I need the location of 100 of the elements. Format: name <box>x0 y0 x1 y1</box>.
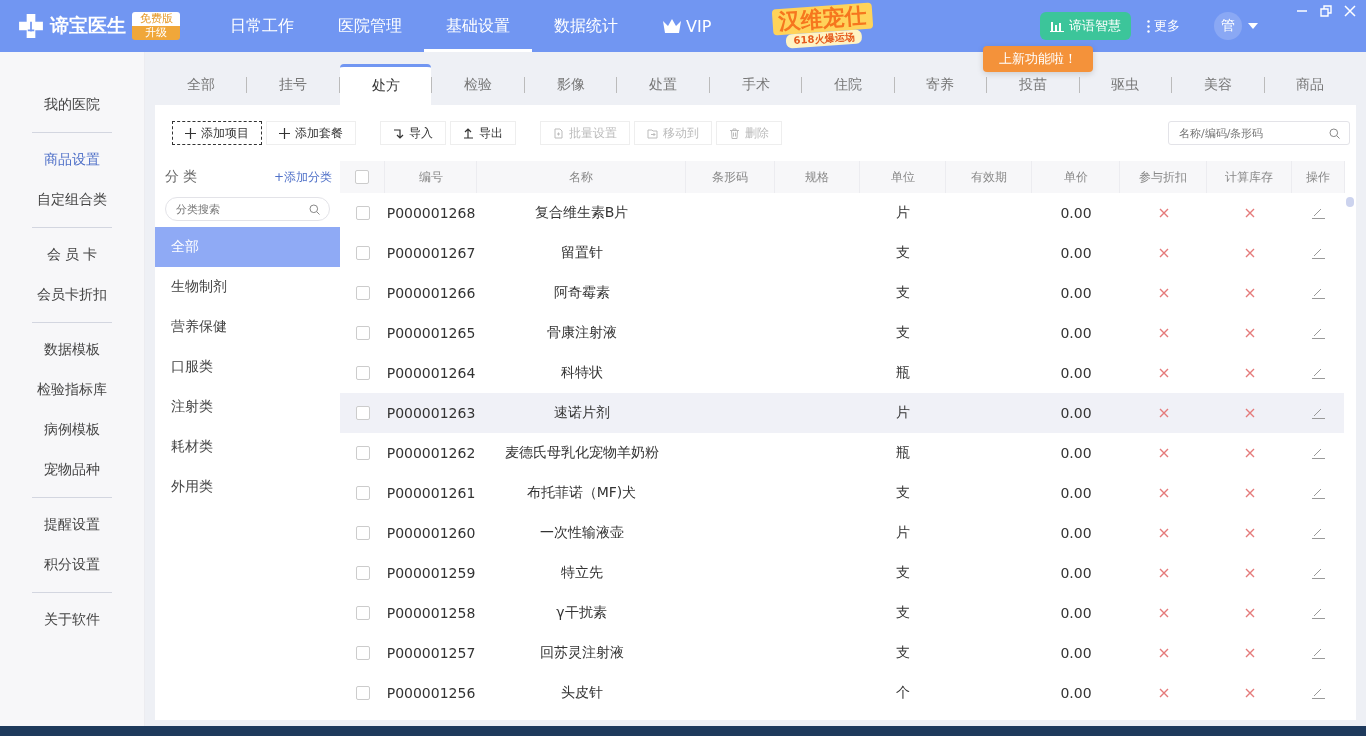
category-tab[interactable]: 检验 <box>432 64 524 105</box>
edit-icon[interactable] <box>1312 447 1325 459</box>
edit-icon[interactable] <box>1312 607 1325 619</box>
edition-badge[interactable]: 免费版 升级 <box>132 12 180 40</box>
row-checkbox[interactable] <box>355 326 370 340</box>
row-checkbox[interactable] <box>355 206 370 220</box>
toolbar-button[interactable]: 添加项目 <box>172 121 262 145</box>
sidebar-item[interactable]: 关于软件 <box>0 600 144 640</box>
sidebar-item[interactable]: 提醒设置 <box>0 505 144 545</box>
category-item[interactable]: 全部 <box>155 227 340 267</box>
search-field[interactable]: 名称/编码/条形码 <box>1168 121 1350 145</box>
column-header: 规格 <box>775 161 860 193</box>
category-tab[interactable]: 手术 <box>709 64 802 105</box>
row-checkbox[interactable] <box>355 566 370 580</box>
category-tab[interactable]: 商品 <box>1264 64 1357 105</box>
table-cell-text: 0.00 <box>1059 444 1093 463</box>
category-tab[interactable]: 处置 <box>617 64 709 105</box>
table-cell-text: 支 <box>895 243 911 262</box>
sidebar-item[interactable]: 商品设置 <box>0 140 144 180</box>
category-item[interactable]: 营养保健 <box>155 307 340 347</box>
table-cell-text: P000001265 <box>385 324 477 343</box>
category-tab[interactable]: 全部 <box>155 64 247 105</box>
category-tab[interactable]: 美容 <box>1172 64 1264 105</box>
edit-icon[interactable] <box>1312 567 1325 579</box>
promo-banner[interactable]: 汉维宠仕 618火爆运场 <box>772 2 875 50</box>
edit-icon[interactable] <box>1312 327 1325 339</box>
table-cell-text: 0.00 <box>1059 404 1093 423</box>
row-checkbox[interactable] <box>355 366 370 380</box>
nav-tab[interactable]: 日常工作 <box>208 0 316 52</box>
table-cell-text: 瓶 <box>895 363 911 382</box>
row-checkbox[interactable] <box>355 286 370 300</box>
caret-icon[interactable] <box>1248 23 1258 29</box>
edit-icon[interactable] <box>1312 247 1325 259</box>
sidebar-item[interactable]: 我的医院 <box>0 85 144 125</box>
category-tab[interactable]: 影像 <box>524 64 617 105</box>
sidebar-item[interactable]: 数据模板 <box>0 330 144 370</box>
sidebar-item[interactable]: 会 员 卡 <box>0 235 144 275</box>
nav-tab[interactable]: VIP <box>640 0 734 52</box>
row-checkbox[interactable] <box>355 686 370 700</box>
category-tab[interactable]: 处方 <box>339 64 432 105</box>
row-checkbox[interactable] <box>355 246 370 260</box>
table-cell-text: 留置针 <box>559 243 604 262</box>
row-checkbox[interactable] <box>355 526 370 540</box>
category-item[interactable]: 口服类 <box>155 347 340 387</box>
restore-icon[interactable] <box>1320 5 1332 17</box>
more-button[interactable]: 更多 <box>1137 12 1190 40</box>
user-avatar[interactable]: 管 <box>1214 12 1242 40</box>
sidebar-item[interactable]: 会员卡折扣 <box>0 275 144 315</box>
table-cell-text: 特立先 <box>559 563 604 582</box>
table-cell-text: 个 <box>895 683 911 702</box>
sidebar-item[interactable]: 检验指标库 <box>0 370 144 410</box>
sidebar-item[interactable]: 宠物品种 <box>0 450 144 490</box>
category-item[interactable]: 生物制剂 <box>155 267 340 307</box>
table-cell-text: 0.00 <box>1059 324 1093 343</box>
table-cell-text: 阿奇霉素 <box>552 283 611 302</box>
scrollbar-thumb[interactable] <box>1346 197 1354 207</box>
category-item[interactable]: 注射类 <box>155 387 340 427</box>
row-checkbox[interactable] <box>355 646 370 660</box>
edit-icon[interactable] <box>1312 407 1325 419</box>
new-feature-tooltip: 上新功能啦！ <box>983 46 1093 72</box>
toolbar-button[interactable]: 添加套餐 <box>266 121 356 145</box>
category-item[interactable]: 外用类 <box>155 467 340 507</box>
edit-icon[interactable] <box>1312 287 1325 299</box>
edit-icon[interactable] <box>1312 207 1325 219</box>
row-checkbox[interactable] <box>355 606 370 620</box>
nav-tab[interactable]: 数据统计 <box>532 0 640 52</box>
edit-icon[interactable] <box>1312 647 1325 659</box>
row-checkbox[interactable] <box>355 486 370 500</box>
category-tab[interactable]: 挂号 <box>247 64 339 105</box>
table-cell-text: 支 <box>895 483 911 502</box>
table-cell-text: 速诺片剂 <box>552 403 611 422</box>
sidebar-item[interactable]: 病例模板 <box>0 410 144 450</box>
table-cell-text: 0.00 <box>1059 644 1093 663</box>
edit-icon[interactable] <box>1312 527 1325 539</box>
column-header: 名称 <box>477 161 686 193</box>
smart-button[interactable]: 谛语智慧 <box>1040 12 1131 40</box>
close-icon[interactable] <box>1344 5 1356 17</box>
add-category-link[interactable]: +添加分类 <box>273 168 332 186</box>
table-cell-text: 头皮针 <box>559 683 604 702</box>
row-checkbox[interactable] <box>355 446 370 460</box>
table-cell-text: P000001262 <box>385 444 477 463</box>
edit-icon[interactable] <box>1312 487 1325 499</box>
edit-icon[interactable] <box>1312 687 1325 699</box>
column-header: 参与折扣 <box>1120 161 1207 193</box>
row-checkbox[interactable] <box>355 406 370 420</box>
upgrade-label: 升级 <box>132 26 180 40</box>
column-header: 编号 <box>385 161 477 193</box>
category-tab[interactable]: 住院 <box>802 64 894 105</box>
table-cell-text: 复合维生素B片 <box>533 203 630 222</box>
edit-icon[interactable] <box>1312 367 1325 379</box>
table-cell-text: 麦德氏母乳化宠物羊奶粉 <box>503 443 660 462</box>
toolbar-button[interactable]: 导出 <box>450 121 516 145</box>
toolbar-button[interactable]: 导入 <box>380 121 446 145</box>
sidebar-item[interactable]: 积分设置 <box>0 545 144 585</box>
sidebar-item[interactable]: 自定组合类 <box>0 180 144 220</box>
category-search-field[interactable]: 分类搜索 <box>165 197 330 221</box>
nav-tab[interactable]: 医院管理 <box>316 0 424 52</box>
select-all-checkbox[interactable] <box>355 170 369 184</box>
category-item[interactable]: 耗材类 <box>155 427 340 467</box>
table-cell-text: 支 <box>895 283 911 302</box>
